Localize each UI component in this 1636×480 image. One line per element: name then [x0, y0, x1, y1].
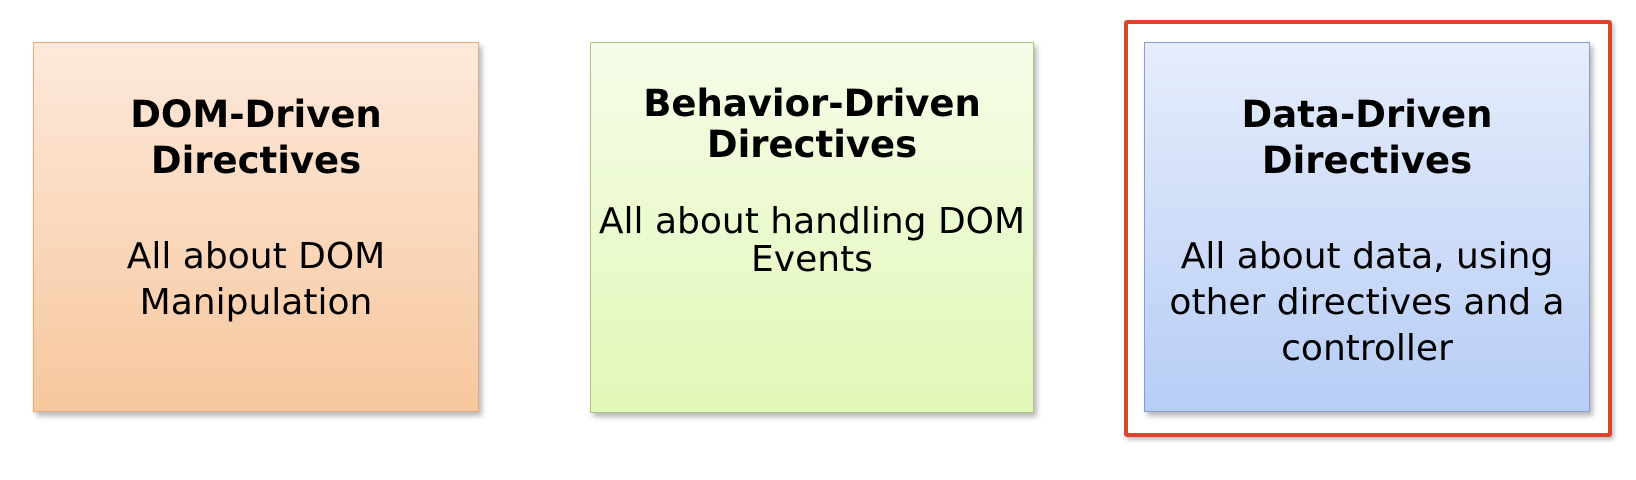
description-line: controller	[1281, 328, 1453, 369]
data-driven-directives-box: Data-Driven Directives All about data, u…	[1144, 42, 1590, 412]
dom-driven-directives-box: DOM-Driven Directives All about DOM Mani…	[33, 42, 479, 412]
title-line: Directives	[706, 123, 918, 166]
box-title: Behavior-Driven Directives	[591, 83, 1033, 165]
title-line: Data-Driven	[1241, 93, 1493, 136]
box-title: DOM-Driven Directives	[34, 92, 478, 184]
description-line: other directives and a	[1169, 282, 1565, 323]
description-line: Manipulation	[139, 282, 373, 323]
description-line: All about handling DOM	[598, 201, 1026, 242]
description-line: All about data, using	[1180, 236, 1554, 277]
title-line: Directives	[150, 139, 362, 182]
box-description: All about handling DOM Events	[591, 203, 1033, 279]
title-line: Directives	[1261, 139, 1473, 182]
behavior-driven-directives-box: Behavior-Driven Directives All about han…	[590, 42, 1034, 413]
box-description: All about DOM Manipulation	[34, 234, 478, 326]
description-line: All about DOM	[126, 236, 386, 277]
box-description: All about data, using other directives a…	[1145, 234, 1589, 372]
title-line: Behavior-Driven	[643, 82, 981, 125]
box-title: Data-Driven Directives	[1145, 92, 1589, 184]
description-line: Events	[751, 239, 873, 280]
title-line: DOM-Driven	[130, 93, 382, 136]
